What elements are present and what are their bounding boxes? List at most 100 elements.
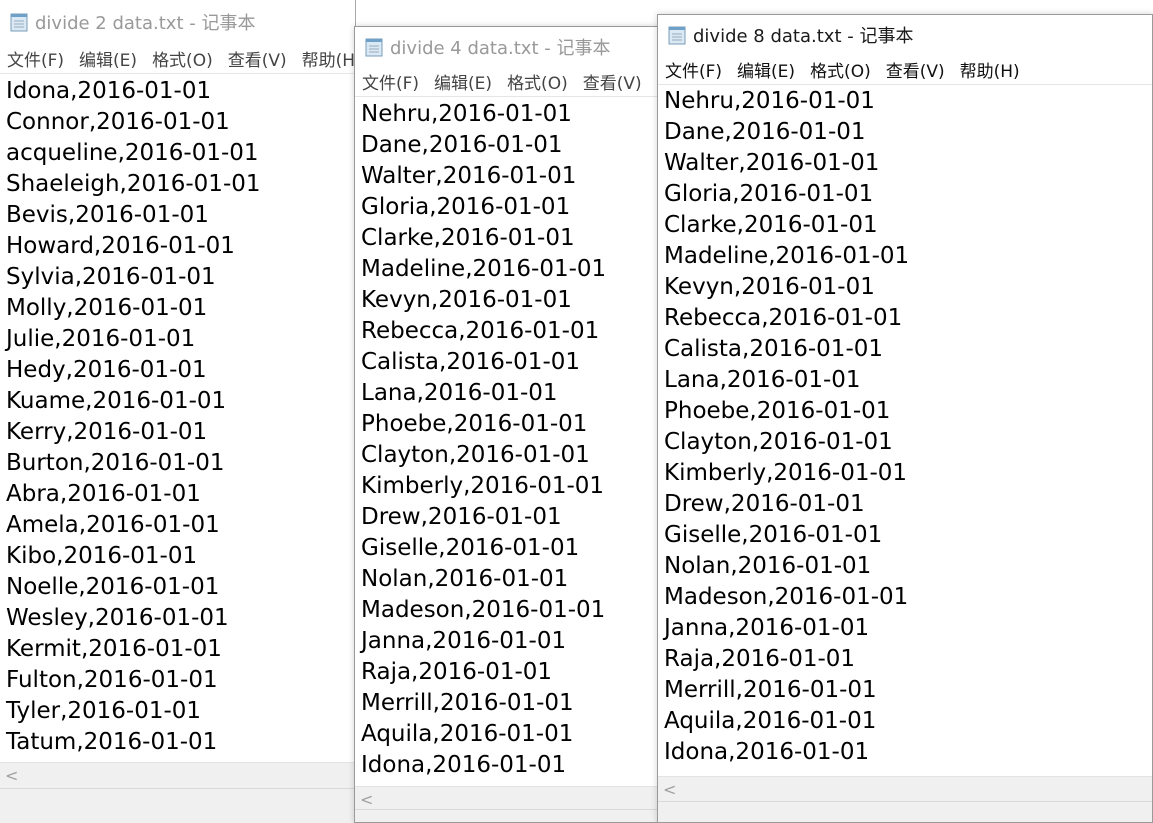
text-line: Janna,2016-01-01	[664, 615, 870, 641]
text-line: Julie,2016-01-01	[6, 326, 196, 352]
text-line: Lana,2016-01-01	[664, 367, 861, 393]
text-line: Nehru,2016-01-01	[664, 88, 875, 114]
text-line: Giselle,2016-01-01	[664, 522, 883, 548]
text-line: Howard,2016-01-01	[6, 233, 235, 259]
text-line: Clayton,2016-01-01	[361, 442, 590, 468]
text-line: Idona,2016-01-01	[664, 739, 870, 765]
text-line: Drew,2016-01-01	[361, 504, 562, 530]
text-line: Kerry,2016-01-01	[6, 419, 208, 445]
text-line: Sylvia,2016-01-01	[6, 264, 216, 290]
status-bar	[0, 788, 355, 823]
text-line: Rebecca,2016-01-01	[664, 305, 903, 331]
text-line: Clarke,2016-01-01	[361, 225, 575, 251]
text-line: Walter,2016-01-01	[664, 150, 880, 176]
text-line: Nolan,2016-01-01	[664, 553, 872, 579]
text-line: Kevyn,2016-01-01	[361, 287, 572, 313]
notepad-window-3[interactable]: divide 8 data.txt - 记事本 文件(F) 编辑(E) 格式(O…	[657, 14, 1153, 823]
text-line: Madeson,2016-01-01	[361, 597, 606, 623]
menu-bar: 文件(F) 编辑(E) 格式(O) 查看(V) 帮助(H)	[658, 55, 1152, 85]
text-line: Connor,2016-01-01	[6, 109, 230, 135]
notepad-window-2[interactable]: divide 4 data.txt - 记事本 文件(F) 编辑(E) 格式(O…	[354, 26, 660, 823]
menu-view[interactable]: 查看(V)	[582, 67, 643, 96]
text-line: Madeline,2016-01-01	[664, 243, 910, 269]
notepad-window-1[interactable]: divide 2 data.txt - 记事本 文件(F) 编辑(E) 格式(O…	[0, 0, 356, 823]
text-line: Phoebe,2016-01-01	[664, 398, 891, 424]
text-line: Dane,2016-01-01	[361, 132, 563, 158]
text-line: Amela,2016-01-01	[6, 512, 220, 538]
window-title: divide 2 data.txt - 记事本	[35, 13, 256, 34]
title-bar[interactable]: divide 8 data.txt - 记事本	[658, 15, 1152, 55]
horizontal-scrollbar[interactable]: <	[0, 762, 355, 789]
text-line: Raja,2016-01-01	[361, 659, 553, 685]
title-bar[interactable]: divide 2 data.txt - 记事本	[0, 0, 355, 44]
notepad-icon	[668, 26, 686, 45]
text-line: Clarke,2016-01-01	[664, 212, 878, 238]
menu-edit[interactable]: 编辑(E)	[736, 55, 796, 84]
text-area[interactable]: Idona,2016-01-01 Connor,2016-01-01 acque…	[0, 74, 355, 758]
text-line: Madeline,2016-01-01	[361, 256, 607, 282]
text-line: Bevis,2016-01-01	[6, 202, 209, 228]
text-line: Lana,2016-01-01	[361, 380, 558, 406]
text-line: Fulton,2016-01-01	[6, 667, 218, 693]
text-line: Aquila,2016-01-01	[664, 708, 877, 734]
text-line: acqueline,2016-01-01	[6, 140, 259, 166]
text-line: Idona,2016-01-01	[361, 752, 567, 778]
menu-view[interactable]: 查看(V)	[227, 44, 288, 73]
text-line: Tatum,2016-01-01	[6, 729, 218, 755]
text-line: Calista,2016-01-01	[361, 349, 581, 375]
menu-help[interactable]: 帮助(H)	[301, 44, 355, 73]
text-line: Molly,2016-01-01	[6, 295, 208, 321]
text-line: Kimberly,2016-01-01	[361, 473, 605, 499]
title-bar[interactable]: divide 4 data.txt - 记事本	[355, 27, 659, 67]
text-line: Abra,2016-01-01	[6, 481, 201, 507]
text-line: Raja,2016-01-01	[664, 646, 856, 672]
menu-edit[interactable]: 编辑(E)	[78, 44, 138, 73]
text-line: Dane,2016-01-01	[664, 119, 866, 145]
text-line: Gloria,2016-01-01	[664, 181, 874, 207]
text-line: Rebecca,2016-01-01	[361, 318, 600, 344]
text-line: Noelle,2016-01-01	[6, 574, 220, 600]
text-line: Tyler,2016-01-01	[6, 698, 202, 724]
menu-bar: 文件(F) 编辑(E) 格式(O) 查看(V) 帮助(H)	[0, 44, 355, 74]
text-line: Drew,2016-01-01	[664, 491, 865, 517]
text-line: Nolan,2016-01-01	[361, 566, 569, 592]
horizontal-scrollbar[interactable]: <	[658, 776, 1152, 803]
notepad-icon	[365, 38, 383, 57]
menu-view[interactable]: 查看(V)	[885, 55, 946, 84]
menu-file[interactable]: 文件(F)	[664, 55, 723, 84]
menu-format[interactable]: 格式(O)	[506, 67, 569, 96]
menu-help[interactable]: 帮助(H)	[959, 55, 1021, 84]
text-line: Kevyn,2016-01-01	[664, 274, 875, 300]
text-line: Kuame,2016-01-01	[6, 388, 227, 414]
menu-file[interactable]: 文件(F)	[6, 44, 65, 73]
text-line: Calista,2016-01-01	[664, 336, 884, 362]
text-line: Madeson,2016-01-01	[664, 584, 909, 610]
text-line: Merrill,2016-01-01	[664, 677, 877, 703]
text-line: Phoebe,2016-01-01	[361, 411, 588, 437]
window-title: divide 8 data.txt - 记事本	[693, 26, 914, 47]
chevron-left-icon[interactable]: <	[663, 780, 676, 799]
menu-format[interactable]: 格式(O)	[151, 44, 214, 73]
text-line: Merrill,2016-01-01	[361, 690, 574, 716]
text-line: Janna,2016-01-01	[361, 628, 567, 654]
text-line: Aquila,2016-01-01	[361, 721, 574, 747]
text-line: Hedy,2016-01-01	[6, 357, 207, 383]
text-area[interactable]: Nehru,2016-01-01 Dane,2016-01-01 Walter,…	[355, 97, 659, 781]
chevron-left-icon[interactable]: <	[5, 766, 18, 785]
text-line: Walter,2016-01-01	[361, 163, 577, 189]
text-line: Kibo,2016-01-01	[6, 543, 198, 569]
window-title: divide 4 data.txt - 记事本	[390, 38, 611, 59]
text-line: Kermit,2016-01-01	[6, 636, 222, 662]
menu-file[interactable]: 文件(F)	[361, 67, 420, 96]
text-line: Wesley,2016-01-01	[6, 605, 229, 631]
text-area[interactable]: Nehru,2016-01-01 Dane,2016-01-01 Walter,…	[658, 85, 1152, 768]
menu-format[interactable]: 格式(O)	[809, 55, 872, 84]
text-line: Clayton,2016-01-01	[664, 429, 893, 455]
text-line: Burton,2016-01-01	[6, 450, 225, 476]
menu-edit[interactable]: 编辑(E)	[433, 67, 493, 96]
text-line: Gloria,2016-01-01	[361, 194, 571, 220]
chevron-left-icon[interactable]: <	[360, 790, 373, 809]
status-bar	[658, 801, 1152, 822]
text-line: Nehru,2016-01-01	[361, 101, 572, 127]
menu-bar: 文件(F) 编辑(E) 格式(O) 查看(V)	[355, 67, 659, 97]
